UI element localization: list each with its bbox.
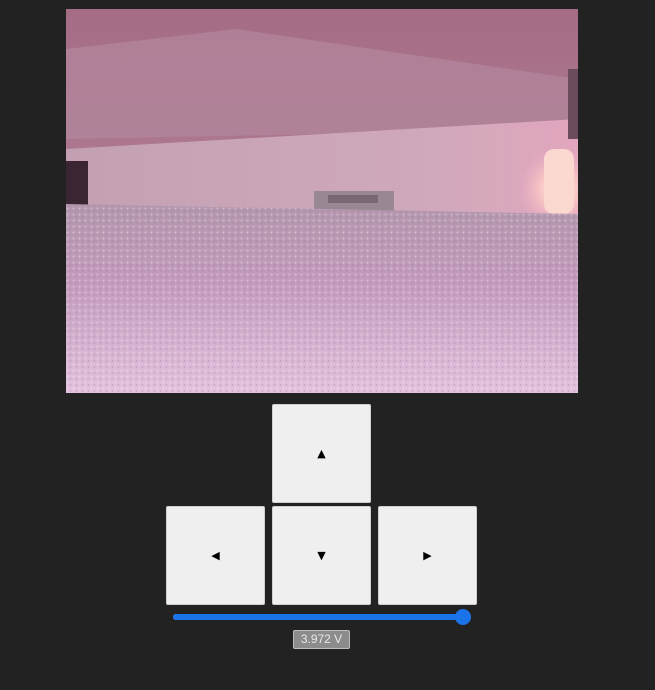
arrow-right-icon: ▶ <box>423 549 432 562</box>
slider-thumb[interactable] <box>455 609 471 625</box>
move-down-button[interactable]: ▼ <box>272 506 371 605</box>
slider-fill <box>173 614 463 620</box>
move-right-button[interactable]: ▶ <box>378 506 477 605</box>
arrow-up-icon: ▲ <box>317 447 326 460</box>
arrow-down-icon: ▼ <box>317 549 326 562</box>
speed-slider[interactable] <box>173 609 471 625</box>
move-left-button[interactable]: ◀ <box>166 506 265 605</box>
voltage-readout: 3.972 V <box>293 630 350 649</box>
move-up-button[interactable]: ▲ <box>272 404 371 503</box>
camera-feed <box>66 9 578 393</box>
arrow-left-icon: ◀ <box>211 549 220 562</box>
